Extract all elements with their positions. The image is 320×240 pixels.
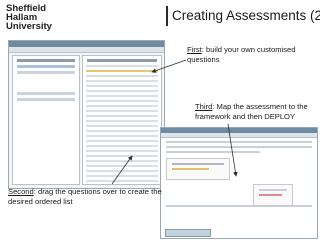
note-first: First: build your own customised questio…: [187, 45, 315, 64]
note-third-label: Third: [195, 102, 213, 111]
note-third-text: : Map the assessment to the framework an…: [195, 102, 308, 121]
note-second-label: Second: [8, 187, 34, 196]
note-third: Third: Map the assessment to the framewo…: [195, 102, 315, 121]
note-second: Second: drag the questions over to creat…: [8, 187, 168, 206]
arrow-third: [227, 123, 238, 177]
note-first-label: First: [187, 45, 202, 54]
arrow-second: [111, 155, 133, 185]
note-first-text: : build your own customised questions: [187, 45, 296, 64]
arrow-first: [151, 59, 187, 73]
